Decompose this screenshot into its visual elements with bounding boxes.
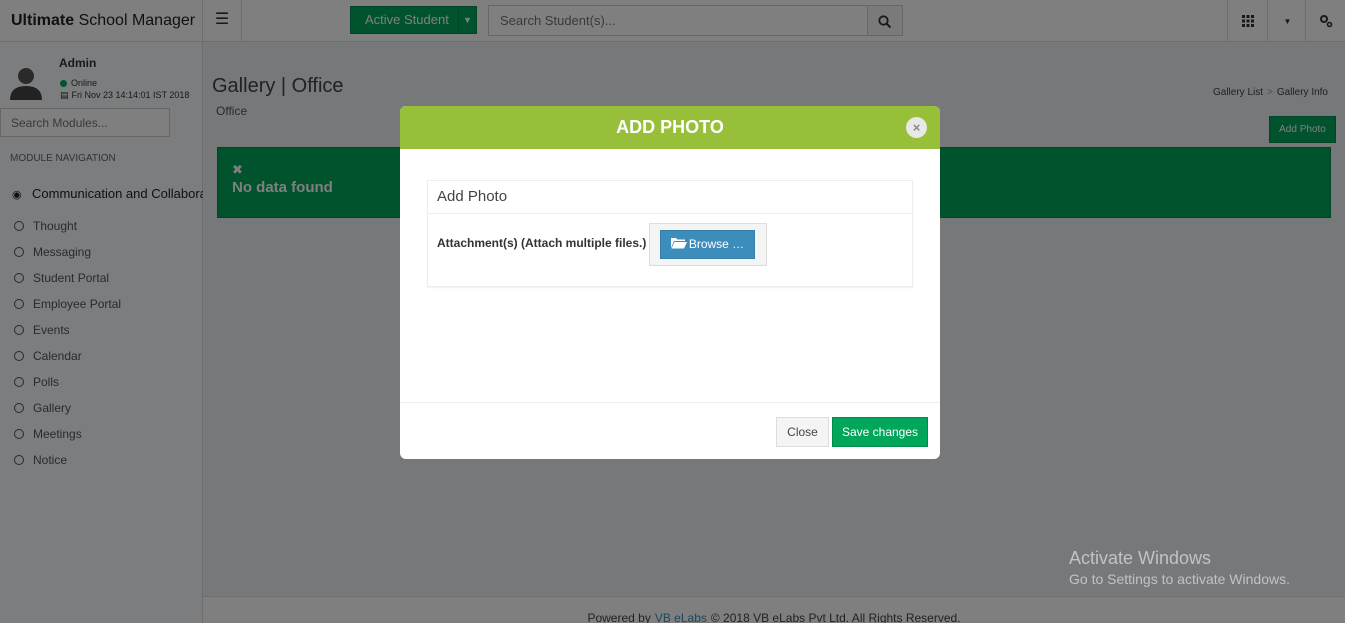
- close-icon: ×: [912, 120, 921, 135]
- panel-title: Add Photo: [428, 181, 912, 214]
- windows-activation-watermark: Activate Windows Go to Settings to activ…: [1069, 548, 1290, 587]
- watermark-subtitle: Go to Settings to activate Windows.: [1069, 571, 1290, 587]
- save-changes-button[interactable]: Save changes: [832, 417, 928, 447]
- file-input-group: Browse …: [649, 223, 767, 266]
- modal-header: ADD PHOTO ×: [400, 106, 940, 149]
- modal-footer: Close Save changes: [400, 402, 940, 459]
- browse-label: Browse …: [688, 237, 745, 251]
- add-photo-panel: Add Photo Attachment(s) (Attach multiple…: [427, 180, 913, 287]
- modal-close-button[interactable]: ×: [906, 117, 927, 138]
- add-photo-modal: ADD PHOTO × Add Photo Attachment(s) (Att…: [400, 106, 940, 459]
- attachment-label: Attachment(s) (Attach multiple files.): [437, 236, 647, 250]
- browse-button[interactable]: Browse …: [660, 230, 755, 259]
- modal-title: ADD PHOTO: [616, 117, 724, 137]
- close-button[interactable]: Close: [776, 417, 829, 447]
- folder-open-icon: [670, 238, 687, 249]
- watermark-title: Activate Windows: [1069, 548, 1212, 568]
